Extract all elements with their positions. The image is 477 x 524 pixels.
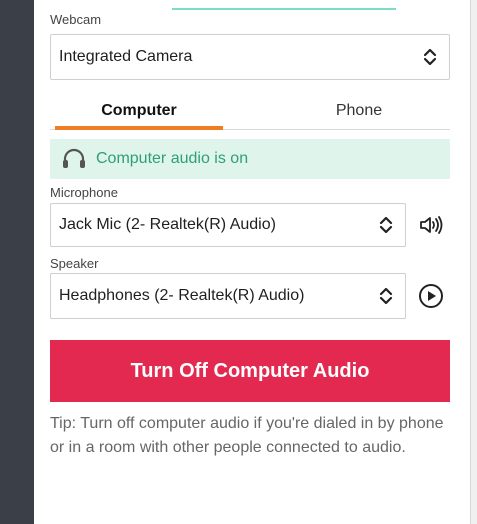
tab-computer[interactable]: Computer (55, 92, 223, 130)
webcam-select[interactable]: Integrated Camera (50, 34, 450, 80)
speaker-label: Speaker (50, 256, 99, 271)
top-accent-line (172, 0, 396, 10)
webcam-label: Webcam (50, 12, 102, 27)
audio-status-text: Computer audio is on (96, 150, 249, 167)
speaker-selected-value: Headphones (2- Realtek(R) Audio) (59, 287, 305, 304)
microphone-label: Microphone (50, 185, 118, 200)
play-circle-icon[interactable] (416, 281, 446, 311)
tab-phone[interactable]: Phone (286, 92, 432, 130)
left-sidebar (0, 0, 34, 524)
microphone-selected-value: Jack Mic (2- Realtek(R) Audio) (59, 216, 276, 233)
tip-text: Tip: Turn off computer audio if you're d… (50, 415, 444, 456)
scrollbar-track[interactable] (470, 0, 477, 524)
audio-source-tabs: Computer Phone (50, 92, 450, 130)
chevron-up-down-icon (379, 287, 393, 305)
audio-status-banner: Computer audio is on (50, 139, 450, 179)
chevron-up-down-icon (423, 48, 437, 66)
active-tab-indicator (55, 126, 223, 130)
headset-icon (63, 148, 85, 168)
chevron-up-down-icon (379, 216, 393, 234)
speaker-volume-icon[interactable] (416, 210, 446, 240)
microphone-select[interactable]: Jack Mic (2- Realtek(R) Audio) (50, 203, 406, 247)
turn-off-computer-audio-button[interactable]: Turn Off Computer Audio (50, 340, 450, 402)
webcam-selected-value: Integrated Camera (59, 48, 193, 65)
audio-settings-panel: Webcam Integrated Camera Computer Phone … (34, 0, 470, 524)
speaker-select[interactable]: Headphones (2- Realtek(R) Audio) (50, 273, 406, 319)
